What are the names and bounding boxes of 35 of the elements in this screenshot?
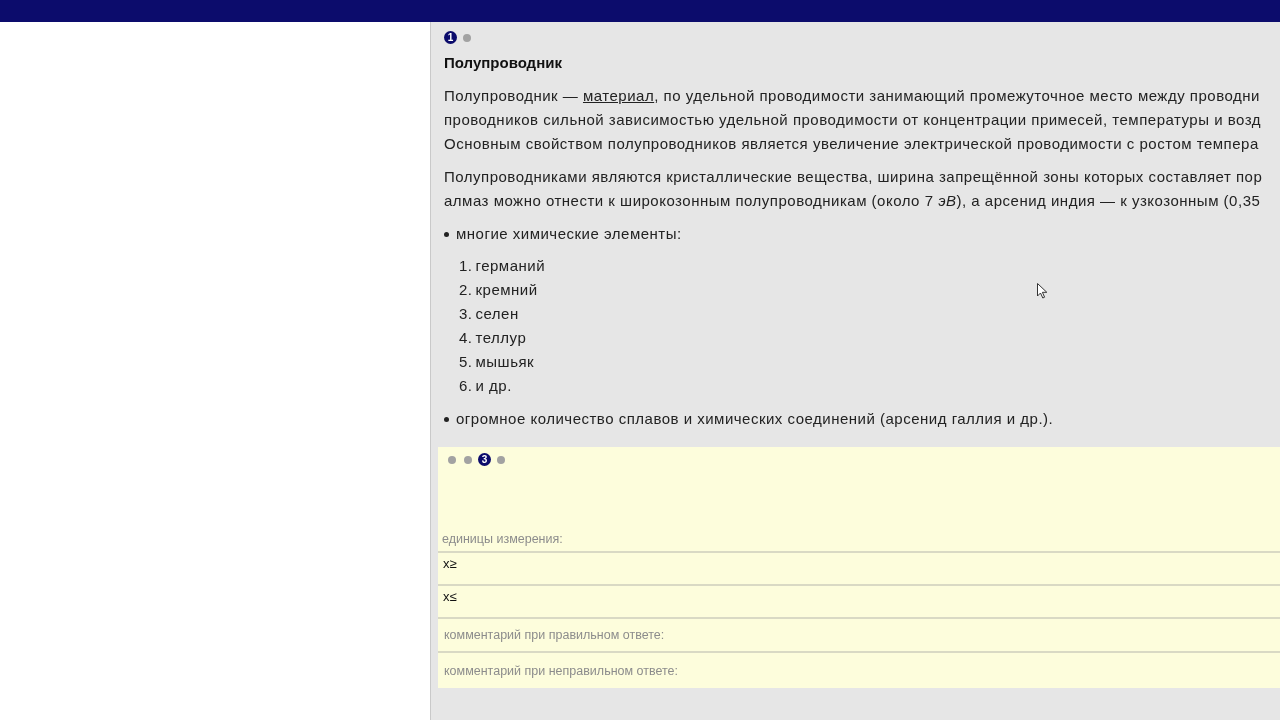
paragraph-line: Полупроводник — материал, по удельной проводимости занимающий промежуточное место между проводни [444,86,1260,106]
list-item: мышьяк [475,352,535,372]
list-number: 3. [459,304,473,324]
list-number: 1. [459,256,473,276]
list-number: 4. [459,328,473,348]
comment-field[interactable]: комментарий при правильном ответе: [438,619,1280,653]
step-dot-icon[interactable] [497,455,505,464]
paragraph-line: алмаз можно отнести к широкозонным полупроводникам (около 7 эВ), а арсенид индия — к узкозонным (0,35 [444,191,1261,211]
step-indicator[interactable]: 1 [444,31,457,44]
article-title: Полупроводник [444,53,562,73]
list-number: 2. [459,280,473,300]
paragraph-line: Основным свойством полупроводников является увеличение электрической проводимости с ростом темпера [444,134,1259,154]
list-item: германий [475,256,546,276]
step-indicator[interactable]: 3 [478,453,491,466]
mouse-pointer-icon [1037,283,1048,299]
list-item: селен [475,304,519,324]
list-item: многие химические элементы: [456,224,682,244]
step-dot-icon[interactable] [463,33,471,42]
bullet-icon [444,416,449,422]
list-item: огромное количество сплавов и химических соединений (арсенид галлия и др.). [456,409,1054,429]
list-number: 5. [459,352,473,372]
units-field[interactable]: единицы измерения: [438,522,1280,553]
list-item: и др. [475,376,512,396]
step-dot-icon[interactable] [464,455,472,464]
link[interactable]: материал [583,87,655,104]
paragraph-line: Полупроводниками являются кристаллические вещества, ширина запрещённой зоны которых составляет пор [444,167,1263,187]
bullet-icon [444,231,449,237]
paragraph-line: проводников сильной зависимостью удельной проводимости от концентрации примесей, температуры и возд [444,110,1261,130]
list-item: кремний [475,280,538,300]
bound-field[interactable]: x≤ [438,586,1280,619]
step-dot-icon[interactable] [448,455,456,464]
list-number: 6. [459,376,473,396]
list-item: теллур [475,328,527,348]
bound-field[interactable]: x≥ [438,553,1280,586]
comment-field[interactable]: комментарий при неправильном ответе: [438,653,1280,688]
